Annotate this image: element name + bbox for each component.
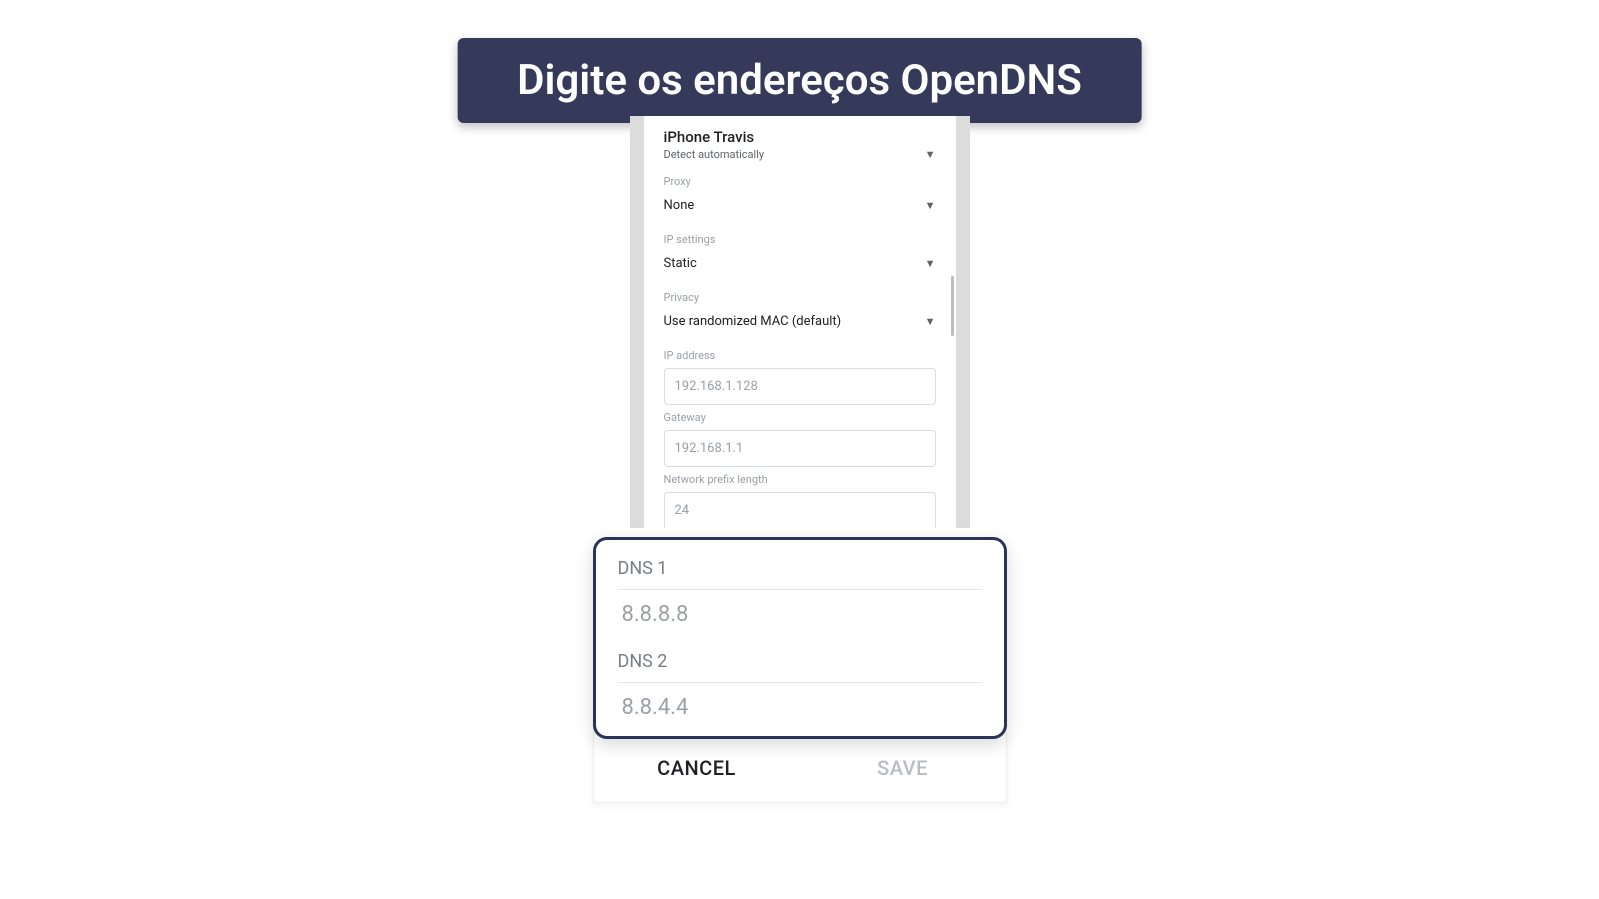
gateway-input[interactable]: 192.168.1.1 [664, 430, 936, 467]
ip-address-label: IP address [664, 349, 936, 362]
instruction-banner: Digite os endereços OpenDNS [457, 38, 1142, 123]
prefix-length-input[interactable]: 24 [664, 492, 936, 528]
ip-settings-value: Static [664, 256, 697, 271]
chevron-down-icon[interactable]: ▼ [925, 148, 936, 161]
chevron-down-icon[interactable]: ▼ [925, 257, 936, 270]
dns1-input[interactable]: 8.8.8.8 [618, 589, 982, 641]
phone-frame: iPhone Travis Detect automatically ▼ Pro… [630, 116, 970, 528]
proxy-value: None [664, 198, 695, 213]
prefix-length-label: Network prefix length [664, 473, 936, 486]
proxy-field[interactable]: Proxy None ▼ [664, 175, 936, 223]
dns1-group: DNS 1 8.8.8.8 [618, 558, 982, 641]
dns2-input[interactable]: 8.8.4.4 [618, 682, 982, 722]
save-button[interactable]: SAVE [800, 756, 1006, 780]
proxy-label: Proxy [664, 175, 936, 188]
chevron-down-icon[interactable]: ▼ [925, 315, 936, 328]
ip-settings-label: IP settings [664, 233, 936, 246]
wifi-dialog: iPhone Travis Detect automatically ▼ Pro… [644, 116, 956, 528]
privacy-label: Privacy [664, 291, 936, 304]
dns1-label: DNS 1 [618, 558, 982, 579]
dns-highlight-box: DNS 1 8.8.8.8 DNS 2 8.8.4.4 [593, 537, 1007, 739]
ip-address-field: IP address 192.168.1.128 [664, 349, 936, 405]
dialog-button-bar: CANCEL SAVE [593, 732, 1007, 803]
privacy-value: Use randomized MAC (default) [664, 314, 842, 329]
dns2-label: DNS 2 [618, 651, 982, 672]
privacy-field[interactable]: Privacy Use randomized MAC (default) ▼ [664, 291, 936, 339]
ip-settings-field[interactable]: IP settings Static ▼ [664, 233, 936, 281]
gateway-label: Gateway [664, 411, 936, 424]
dns2-group: DNS 2 8.8.4.4 [618, 651, 982, 722]
network-ssid: iPhone Travis [664, 122, 936, 148]
gateway-field: Gateway 192.168.1.1 [664, 411, 936, 467]
scrollbar[interactable] [951, 276, 954, 336]
chevron-down-icon[interactable]: ▼ [925, 199, 936, 212]
prefix-length-field: Network prefix length 24 [664, 473, 936, 528]
cancel-button[interactable]: CANCEL [594, 756, 800, 780]
banner-text: Digite os endereços OpenDNS [517, 56, 1082, 105]
ip-address-input[interactable]: 192.168.1.128 [664, 368, 936, 405]
detect-mode-value[interactable]: Detect automatically [664, 148, 765, 161]
